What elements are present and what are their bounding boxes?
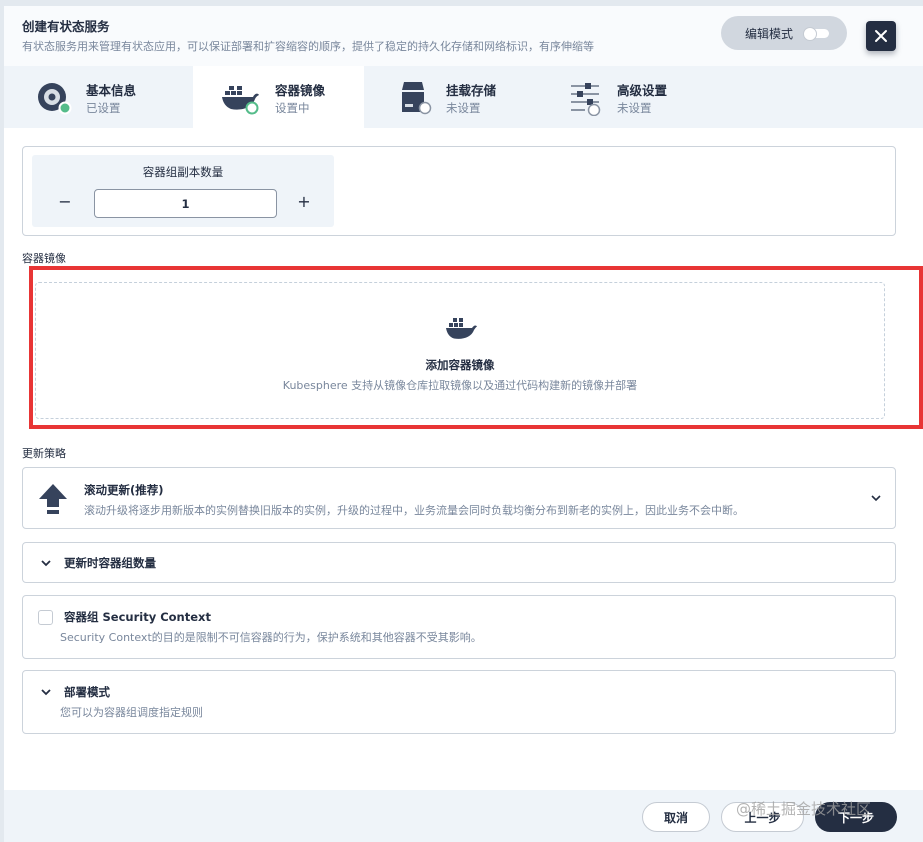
sliders-icon (571, 83, 601, 116)
form-content: 容器组副本数量 − + 容器镜像 添加容器镜像 Kubesphere 支持从镜像… (4, 128, 923, 842)
update-strategy-select[interactable]: 滚动更新(推荐) 滚动升级将逐步用新版本的实例替换旧版本的实例，升级的过程中，业… (22, 467, 896, 529)
tab-status: 设置中 (275, 101, 310, 115)
highlight-annotation (29, 266, 923, 429)
replica-section: 容器组副本数量 − + (22, 146, 896, 236)
disc-icon (38, 83, 72, 115)
increment-button[interactable]: + (290, 191, 318, 213)
tab-status: 已设置 (86, 101, 121, 115)
edit-mode-toggle[interactable]: 编辑模式 (721, 16, 847, 50)
chevron-down-icon (871, 495, 881, 502)
security-context-description: Security Context的目的是限制不可信容器的行为，保护系统和其他容器… (60, 631, 482, 644)
docker-whale-icon (222, 86, 259, 115)
chevron-down-icon (41, 560, 51, 567)
close-icon (875, 30, 887, 42)
deploy-mode-expander[interactable]: 部署模式 您可以为容器组调度指定规则 (22, 670, 896, 734)
tab-status: 未设置 (446, 101, 481, 115)
pod-count-title: 更新时容器组数量 (64, 556, 156, 570)
tab-status: 未设置 (617, 101, 652, 115)
tab-label: 高级设置 (617, 83, 668, 98)
chevron-down-icon (41, 689, 51, 696)
tab-container-image[interactable]: 容器镜像 设置中 (193, 66, 364, 128)
tab-mount-storage[interactable]: 挂载存储 未设置 (364, 66, 535, 128)
strategy-description: 滚动升级将逐步用新版本的实例替换旧版本的实例，升级的过程中，业务流量会同时负载均… (84, 504, 744, 517)
update-strategy-label: 更新策略 (22, 447, 66, 460)
pod-count-expander[interactable]: 更新时容器组数量 (22, 542, 896, 583)
modal-title: 创建有状态服务 (22, 19, 110, 34)
tab-label: 基本信息 (86, 83, 137, 98)
replica-title: 容器组副本数量 (142, 165, 224, 179)
security-context-section: 容器组 Security Context Security Context的目的… (22, 595, 896, 659)
security-context-title: 容器组 Security Context (64, 610, 211, 624)
cancel-button[interactable]: 取消 (642, 802, 710, 832)
toggle-switch-icon (803, 27, 829, 41)
deploy-mode-description: 您可以为容器组调度指定规则 (60, 706, 203, 719)
close-button[interactable] (866, 21, 896, 51)
storage-drive-icon (402, 82, 432, 115)
strategy-title: 滚动更新(推荐) (84, 483, 164, 497)
modal-description: 有状态服务用来管理有状态应用，可以保证部署和扩容缩容的顺序，提供了稳定的持久化存… (22, 40, 594, 53)
watermark: @稀土掘金技术社区 (736, 800, 872, 818)
deploy-mode-title: 部署模式 (64, 685, 110, 699)
tab-label: 容器镜像 (275, 83, 326, 98)
security-context-checkbox[interactable] (38, 610, 53, 625)
tab-basic-info[interactable]: 基本信息 已设置 (4, 66, 175, 128)
replica-count-input[interactable] (94, 189, 277, 218)
rolling-update-icon (39, 484, 67, 514)
tab-label: 挂载存储 (446, 83, 497, 98)
container-image-label: 容器镜像 (22, 252, 66, 265)
tab-advanced-settings[interactable]: 高级设置 未设置 (535, 66, 706, 128)
replica-control: 容器组副本数量 − + (32, 155, 334, 227)
decrement-button[interactable]: − (51, 191, 79, 213)
step-tabs: 基本信息 已设置 容器镜像 设置中 挂载存储 未设置 高级设置 未设置 (4, 66, 923, 128)
edit-mode-label: 编辑模式 (745, 26, 794, 41)
